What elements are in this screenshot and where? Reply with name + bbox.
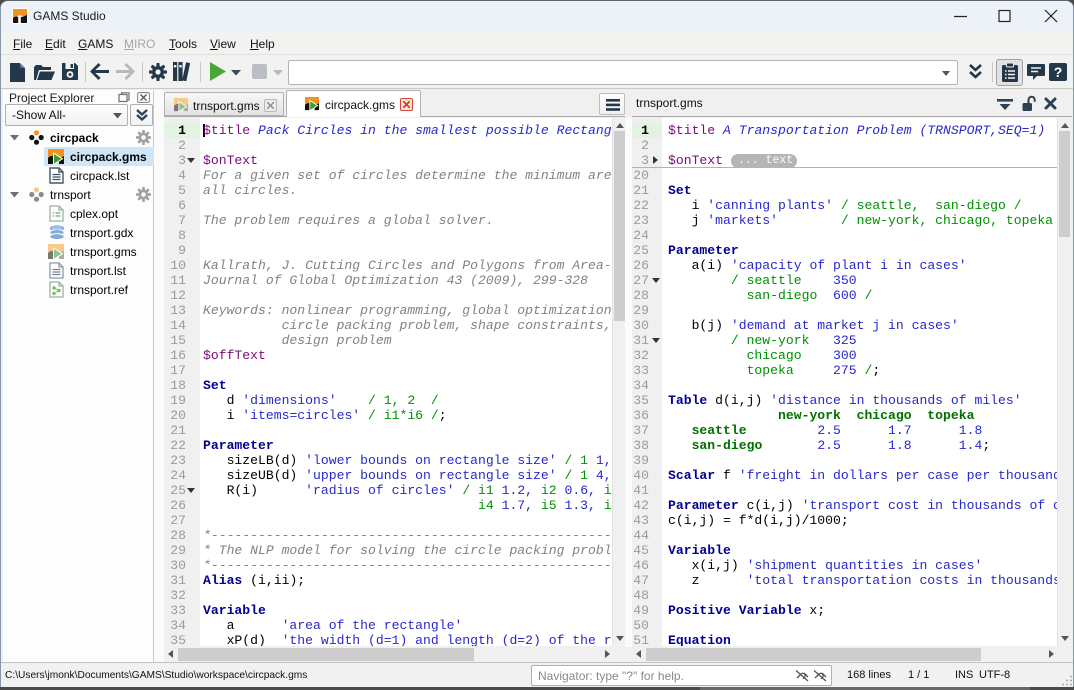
svg-text:?: ? [1054, 64, 1063, 80]
